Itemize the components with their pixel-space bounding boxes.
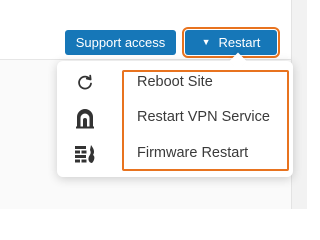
restart-button-label: Restart (218, 35, 261, 50)
menu-item-label: Reboot Site (137, 74, 213, 90)
menu-item-restart-vpn-service[interactable]: Restart VPN Service (57, 101, 293, 134)
page: Support access ▼ Restart Reboot Site Res… (0, 0, 307, 209)
support-access-button[interactable]: Support access (65, 30, 176, 55)
menu-item-reboot-site[interactable]: Reboot Site (57, 66, 293, 99)
menu-item-label: Firmware Restart (137, 145, 249, 161)
firmware-icon (74, 143, 96, 165)
right-scroll-rail (291, 0, 307, 209)
restart-menu: Reboot Site Restart VPN Service Firmware… (57, 61, 293, 177)
chevron-down-icon: ▼ (201, 37, 211, 47)
menu-item-firmware-restart[interactable]: Firmware Restart (57, 137, 293, 170)
refresh-icon (74, 72, 96, 94)
restart-dropdown-button[interactable]: ▼ Restart (182, 27, 280, 58)
menu-item-label: Restart VPN Service (137, 109, 270, 125)
vpn-tunnel-icon (74, 107, 96, 129)
